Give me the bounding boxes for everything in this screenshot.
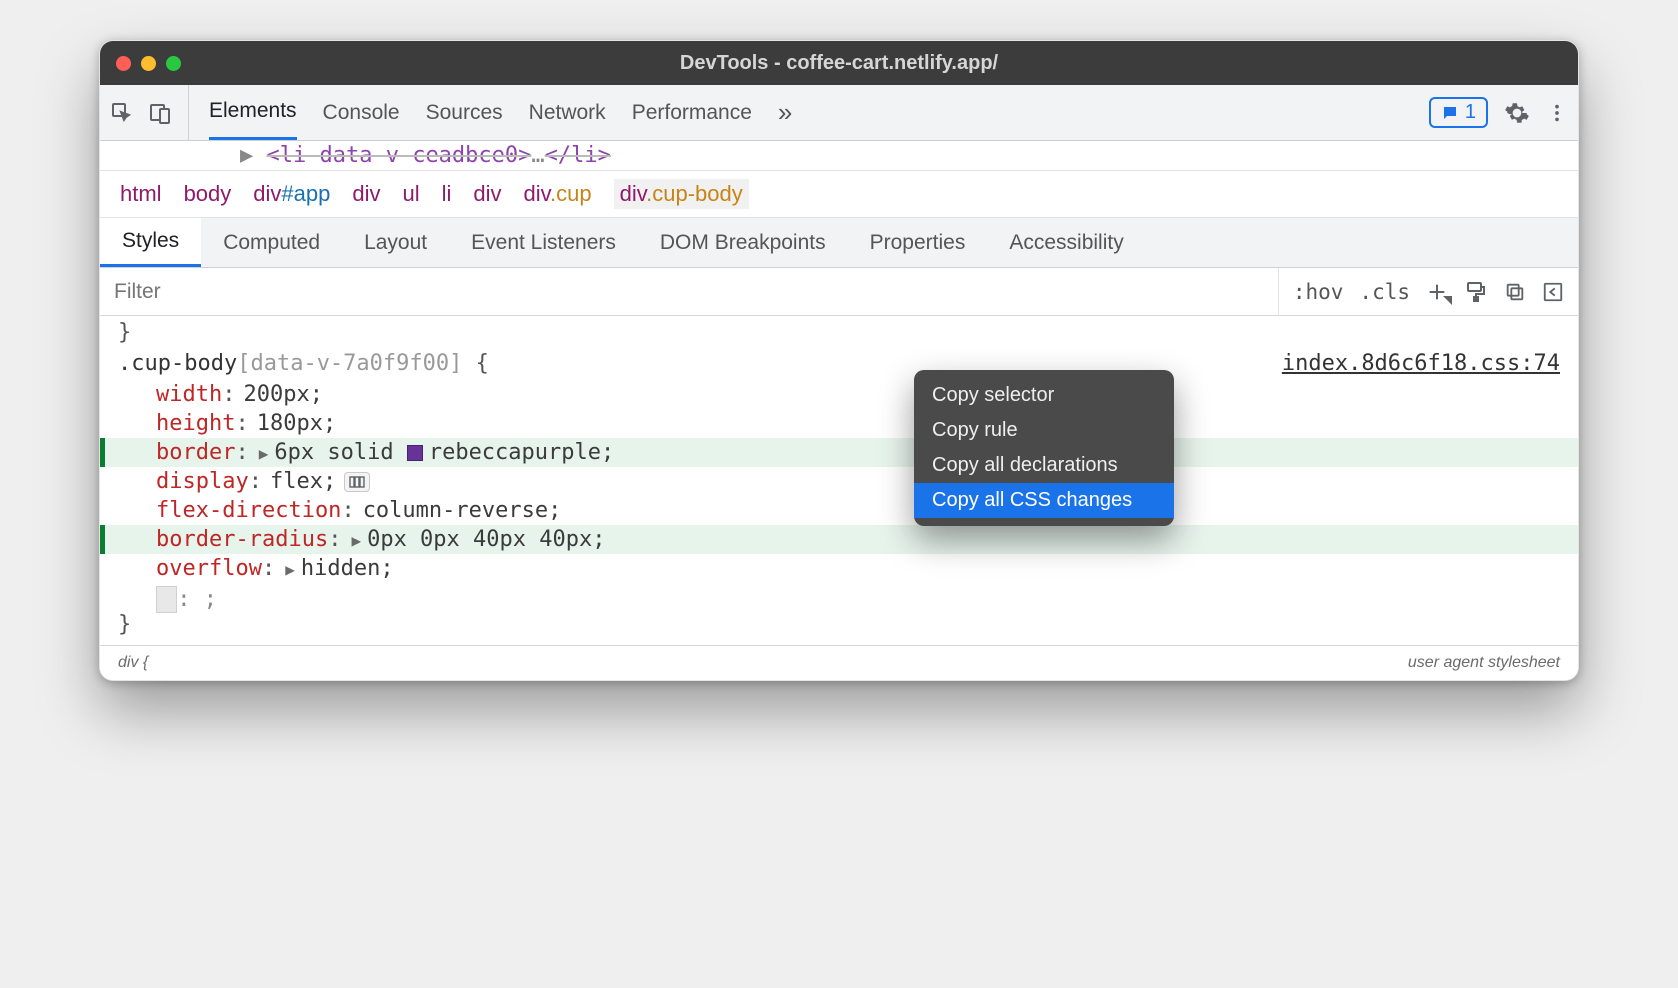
styles-pane: } .cup-body[data-v-7a0f9f00] { index.8d6… [100,316,1578,645]
tab-sources[interactable]: Sources [426,85,503,140]
ua-source: user agent stylesheet [1408,654,1560,672]
context-menu-item[interactable]: Copy rule [914,413,1174,448]
styles-filter-bar: :hov .cls [100,268,1578,316]
copy-icon[interactable] [1504,281,1526,303]
issues-count: 1 [1465,101,1476,124]
css-value[interactable]: 200px; [243,382,322,407]
new-style-rule-icon[interactable] [1426,281,1448,303]
computed-panel-icon[interactable] [1542,281,1564,303]
declaration-row[interactable]: height:180px; [100,409,1578,438]
kebab-icon[interactable] [1546,102,1568,124]
subtab-dom-breakpoints[interactable]: DOM Breakpoints [638,218,848,267]
subtab-properties[interactable]: Properties [848,218,988,267]
filter-input[interactable] [100,280,1278,304]
css-property[interactable]: border-radius [156,527,328,552]
tab-performance[interactable]: Performance [632,85,752,140]
rule-close-brace: } [100,612,1578,645]
empty-declaration[interactable]: : ; [100,587,1578,612]
flex-badge-icon[interactable] [344,472,370,492]
minimize-window-button[interactable] [141,56,156,71]
declaration-row[interactable]: width:200px; [100,380,1578,409]
user-agent-rule: div { user agent stylesheet [100,645,1578,680]
context-menu: Copy selectorCopy ruleCopy all declarati… [914,370,1174,526]
css-value[interactable]: flex; [270,469,370,494]
subtab-accessibility[interactable]: Accessibility [987,218,1145,267]
declaration-row[interactable]: display:flex; [100,467,1578,496]
device-toggle-icon[interactable] [148,101,172,125]
declaration-row[interactable]: overflow:▶hidden; [100,554,1578,583]
css-property[interactable]: display [156,469,249,494]
tab-network[interactable]: Network [529,85,606,140]
crumb-html[interactable]: html [120,181,162,207]
rule-selector[interactable]: .cup-body[data-v-7a0f9f00] { [118,351,489,376]
css-value[interactable]: 180px; [257,411,336,436]
breadcrumb-trail: html body div#app div ul li div div.cup … [100,170,1578,218]
devtools-window: DevTools - coffee-cart.netlify.app/ Elem… [99,40,1579,681]
declaration-row[interactable]: flex-direction:column-reverse; [100,496,1578,525]
css-value[interactable]: ▶hidden; [283,556,393,581]
css-property[interactable]: overflow [156,556,262,581]
context-menu-item[interactable]: Copy all CSS changes [914,483,1174,518]
dom-tree-line[interactable]: ▶ <li data-v-ceadbce0>…</li> [100,141,1578,170]
maximize-window-button[interactable] [166,56,181,71]
crumb-body[interactable]: body [184,181,232,207]
declaration-row[interactable]: border-radius:▶0px 0px 40px 40px; [100,525,1578,554]
close-window-button[interactable] [116,56,131,71]
paint-icon[interactable] [1464,280,1488,304]
crumb-div2[interactable]: div [473,181,501,207]
color-swatch[interactable] [407,445,423,461]
dom-close-tag: </li> [545,143,611,168]
crumb-ul[interactable]: ul [402,181,419,207]
panel-tabs: Elements Console Sources Network Perform… [189,85,812,140]
css-property[interactable]: width [156,382,222,407]
subtab-styles[interactable]: Styles [100,218,201,267]
issues-badge[interactable]: 1 [1429,97,1488,128]
css-property[interactable]: flex-direction [156,498,341,523]
tab-console[interactable]: Console [323,85,400,140]
hov-toggle[interactable]: :hov [1293,280,1344,304]
crumb-div-cup-body[interactable]: div.cup-body [614,179,749,209]
gear-icon[interactable] [1504,100,1530,126]
context-menu-item[interactable]: Copy selector [914,378,1174,413]
declaration-list: width:200px;height:180px;border:▶6px sol… [100,380,1578,587]
subtab-computed[interactable]: Computed [201,218,342,267]
css-value[interactable]: ▶6px solid rebeccapurple; [257,440,615,465]
crumb-div-app[interactable]: div#app [253,181,330,207]
subtab-layout[interactable]: Layout [342,218,449,267]
tab-elements[interactable]: Elements [209,85,297,140]
cls-toggle[interactable]: .cls [1359,280,1410,304]
traffic-lights [116,56,181,71]
css-value[interactable]: ▶0px 0px 40px 40px; [349,527,605,552]
titlebar: DevTools - coffee-cart.netlify.app/ [100,41,1578,85]
window-title: DevTools - coffee-cart.netlify.app/ [100,52,1578,75]
inspect-icon[interactable] [110,101,134,125]
tabs-overflow[interactable]: » [778,85,792,140]
dom-open-tag: <li data-v-ceadbce0> [267,143,532,168]
crumb-li[interactable]: li [442,181,452,207]
styles-subtabs: Styles Computed Layout Event Listeners D… [100,218,1578,268]
subtab-event-listeners[interactable]: Event Listeners [449,218,638,267]
prev-rule-close: } [100,320,1578,349]
css-property[interactable]: height [156,411,235,436]
rule-header: .cup-body[data-v-7a0f9f00] { index.8d6c6… [100,349,1578,380]
css-property[interactable]: border [156,440,235,465]
ua-selector: div { [118,654,148,672]
crumb-div-cup[interactable]: div.cup [524,181,592,207]
context-menu-item[interactable]: Copy all declarations [914,448,1174,483]
declaration-row[interactable]: border:▶6px solid rebeccapurple; [100,438,1578,467]
css-value[interactable]: column-reverse; [363,498,562,523]
main-toolbar: Elements Console Sources Network Perform… [100,85,1578,141]
rule-source-link[interactable]: index.8d6c6f18.css:74 [1282,351,1560,376]
crumb-div[interactable]: div [352,181,380,207]
